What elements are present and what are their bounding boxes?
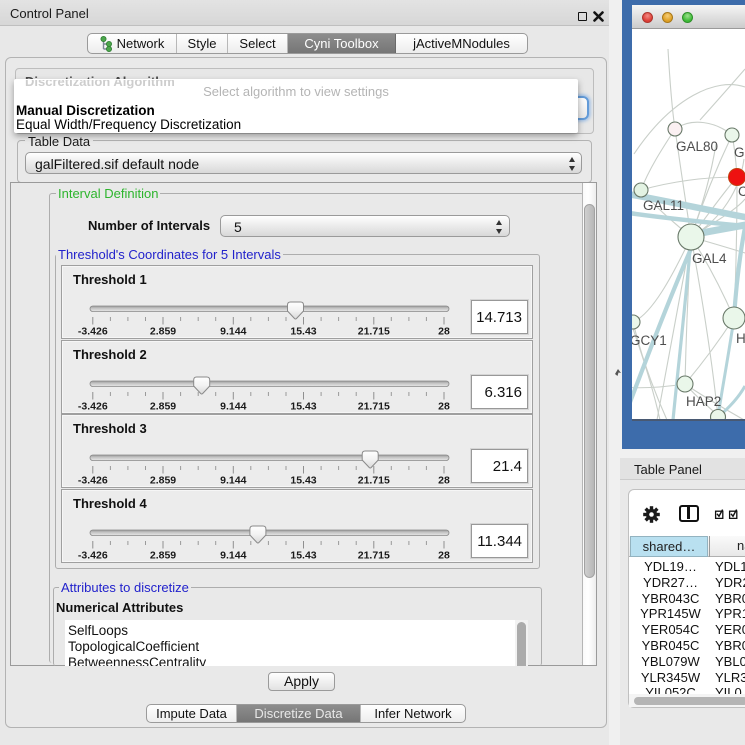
svg-text:9.144: 9.144	[220, 550, 246, 562]
svg-text:15.43: 15.43	[290, 475, 316, 487]
svg-text:2.859: 2.859	[150, 326, 176, 338]
svg-text:G: G	[734, 145, 745, 160]
svg-text:2.859: 2.859	[150, 550, 176, 562]
svg-text:HAP2: HAP2	[686, 394, 721, 409]
svg-text:H: H	[736, 331, 745, 346]
svg-text:GAL11: GAL11	[643, 198, 684, 213]
svg-text:15.43: 15.43	[290, 326, 316, 338]
svg-text:GAL80: GAL80	[676, 139, 718, 154]
svg-text:28: 28	[438, 550, 450, 562]
svg-text:28: 28	[438, 475, 450, 487]
svg-text:-3.426: -3.426	[78, 550, 108, 562]
svg-text:-3.426: -3.426	[78, 401, 108, 413]
svg-text:21.715: 21.715	[358, 550, 390, 562]
svg-text:C: C	[738, 184, 745, 199]
svg-text:-3.426: -3.426	[78, 326, 108, 338]
svg-text:-3.426: -3.426	[78, 475, 108, 487]
svg-text:15.43: 15.43	[290, 401, 316, 413]
svg-text:28: 28	[438, 401, 450, 413]
svg-text:21.715: 21.715	[358, 326, 390, 338]
svg-text:GCY1: GCY1	[632, 333, 667, 348]
svg-text:15.43: 15.43	[290, 550, 316, 562]
svg-text:2.859: 2.859	[150, 401, 176, 413]
svg-text:9.144: 9.144	[220, 401, 246, 413]
svg-text:GAL4: GAL4	[692, 251, 727, 266]
svg-text:28: 28	[438, 326, 450, 338]
svg-text:9.144: 9.144	[220, 326, 246, 338]
svg-text:9.144: 9.144	[220, 475, 246, 487]
svg-text:21.715: 21.715	[358, 401, 390, 413]
svg-text:21.715: 21.715	[358, 475, 390, 487]
svg-text:2.859: 2.859	[150, 475, 176, 487]
